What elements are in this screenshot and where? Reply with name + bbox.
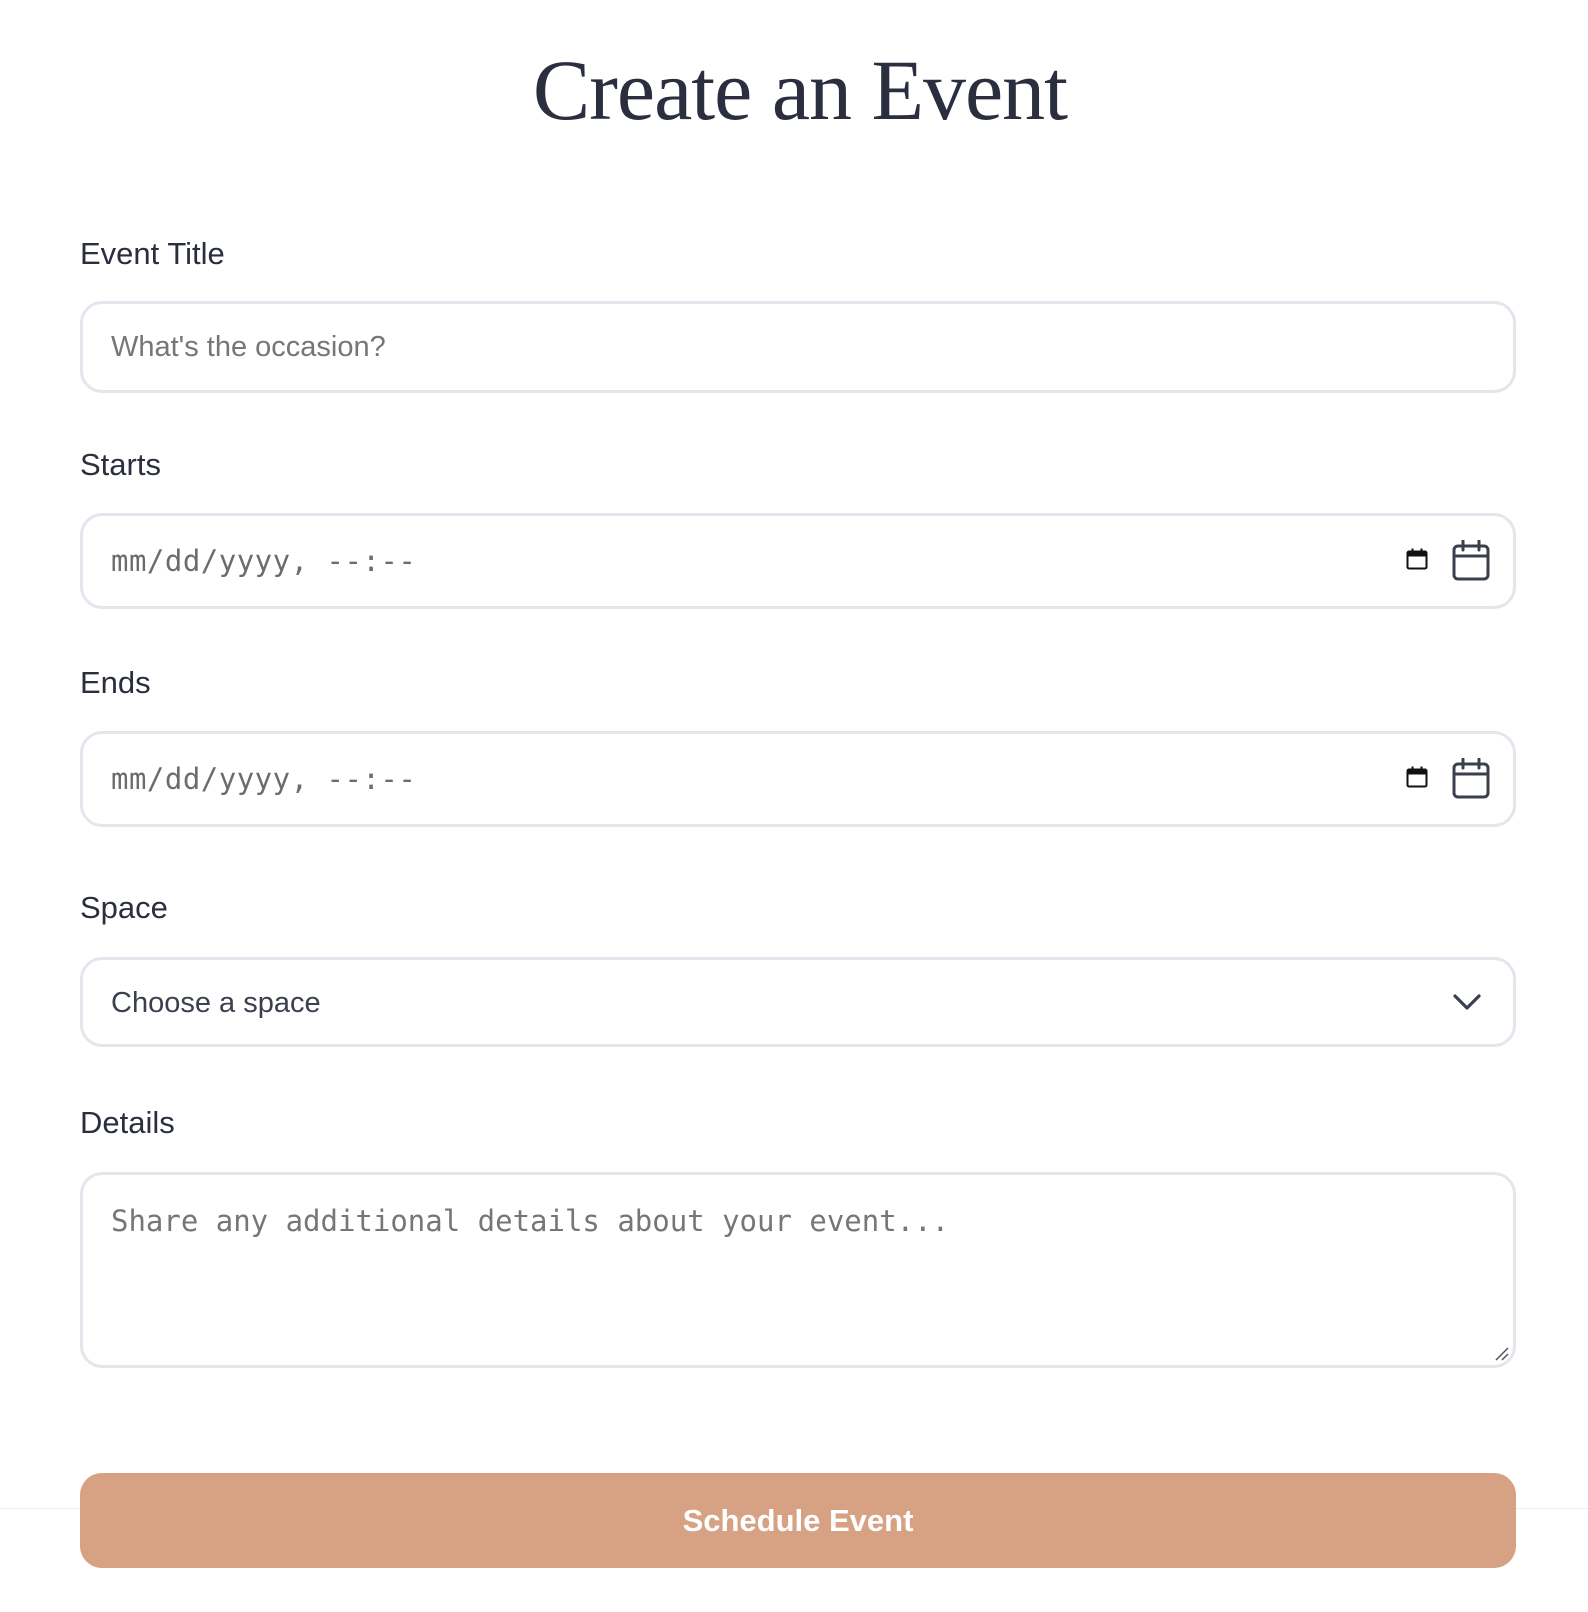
page-title: Create an Event [532,42,1068,138]
event-title-input[interactable]: What's the occasion? [80,301,1516,393]
calendar-icon[interactable] [1451,540,1491,582]
starts-label: Starts [80,447,161,482]
starts-datetime-input[interactable]: mm/dd/yyyy, --:-- [80,513,1516,609]
ends-label: Ends [80,665,151,700]
details-label: Details [80,1105,175,1140]
space-selected-value: Choose a space [111,987,321,1019]
ends-placeholder: mm/dd/yyyy, --:-- [111,762,417,796]
space-label: Space [80,890,168,925]
details-placeholder: Share any additional details about your … [111,1204,950,1238]
resize-handle-icon[interactable] [1493,1345,1509,1361]
space-select[interactable]: Choose a space [80,957,1516,1047]
ends-datetime-input[interactable]: mm/dd/yyyy, --:-- [80,731,1516,827]
calendar-small-icon[interactable] [1406,548,1428,570]
starts-placeholder: mm/dd/yyyy, --:-- [111,544,417,578]
schedule-event-button[interactable]: Schedule Event [80,1473,1516,1568]
event-title-placeholder: What's the occasion? [111,331,386,363]
chevron-down-icon [1453,994,1481,1010]
calendar-small-icon[interactable] [1406,766,1428,788]
details-textarea[interactable]: Share any additional details about your … [80,1172,1516,1368]
calendar-icon[interactable] [1451,758,1491,800]
event-title-label: Event Title [80,236,225,271]
